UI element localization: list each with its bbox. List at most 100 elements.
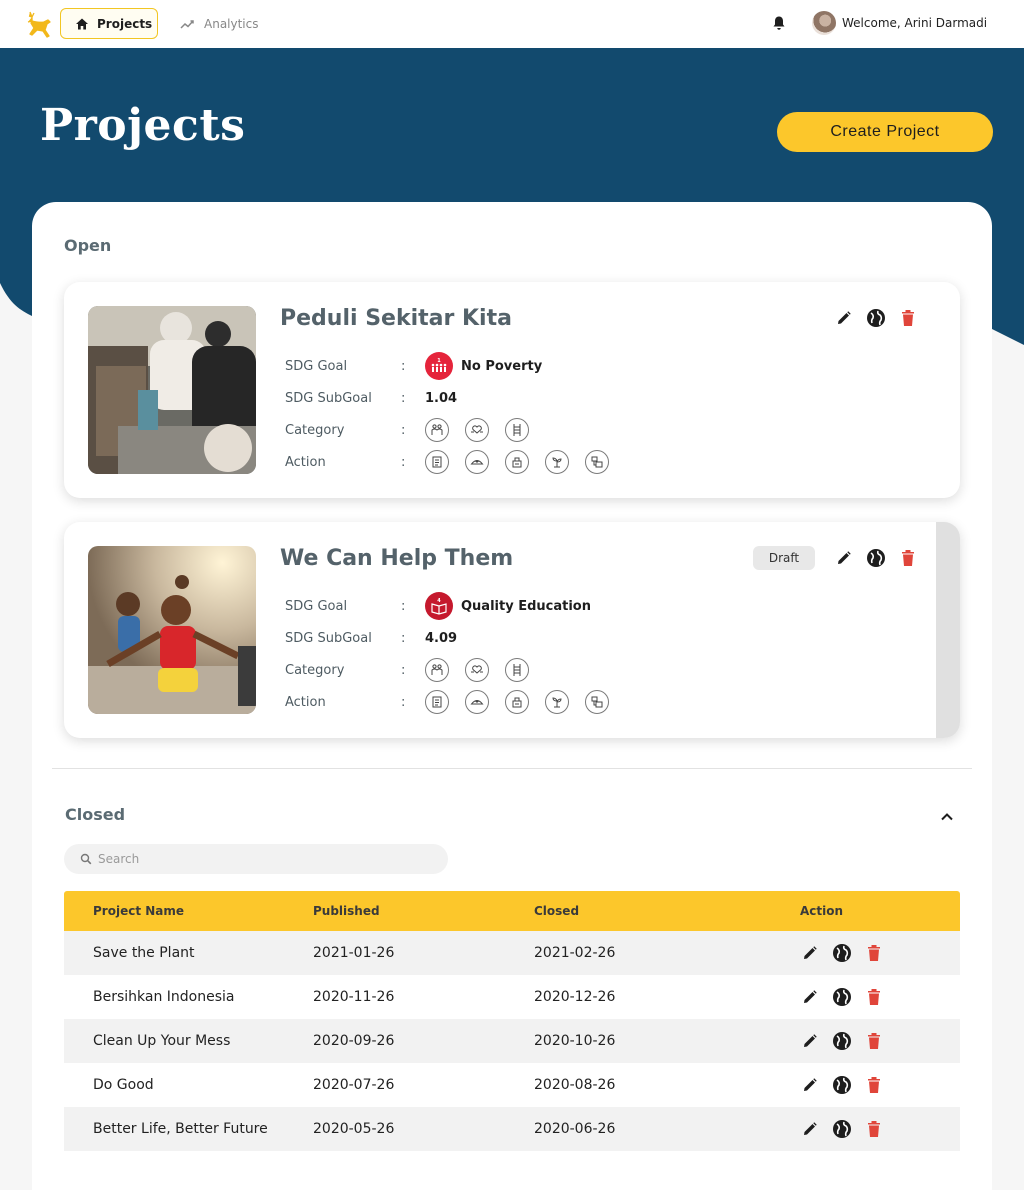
column-header-published[interactable]: Published bbox=[313, 904, 534, 918]
pencil-icon bbox=[838, 551, 851, 564]
trash-icon bbox=[902, 550, 914, 566]
globe-icon bbox=[833, 988, 851, 1006]
cell-project-name[interactable]: Save the Plant bbox=[64, 945, 313, 961]
delete-button[interactable] bbox=[864, 1075, 884, 1095]
deer-logo-icon[interactable] bbox=[22, 8, 54, 40]
globe-icon bbox=[833, 1032, 851, 1050]
delete-button[interactable] bbox=[898, 548, 918, 568]
cell-project-name[interactable]: Better Life, Better Future bbox=[64, 1121, 313, 1137]
project-card[interactable]: We Can Help Them Draft SDG Goal : 4 Qual… bbox=[64, 522, 960, 738]
nav-analytics-tab[interactable]: Analytics bbox=[180, 8, 259, 39]
page-title: Projects bbox=[40, 100, 246, 151]
heart-hand-icon bbox=[465, 658, 489, 682]
sdg-subgoal-row: SDG SubGoal : 1.04 bbox=[285, 390, 458, 406]
publish-button[interactable] bbox=[866, 548, 886, 568]
table-row[interactable]: Clean Up Your Mess 2020-09-26 2020-10-26 bbox=[64, 1019, 960, 1063]
globe-icon bbox=[867, 309, 885, 327]
cell-published: 2020-05-26 bbox=[313, 1121, 395, 1137]
category-label: Category bbox=[285, 662, 345, 678]
column-header-project-name[interactable]: Project Name bbox=[64, 904, 313, 918]
home-icon bbox=[76, 18, 88, 29]
avatar bbox=[812, 11, 836, 35]
delete-button[interactable] bbox=[864, 1119, 884, 1139]
publish-button[interactable] bbox=[832, 1119, 852, 1139]
create-project-button[interactable]: Create Project bbox=[777, 112, 993, 152]
nav-analytics-label: Analytics bbox=[204, 16, 259, 31]
section-divider bbox=[52, 768, 972, 769]
action-row: Action : bbox=[285, 450, 617, 474]
nav-projects-tab[interactable]: Projects bbox=[60, 8, 158, 39]
ladder-icon bbox=[505, 418, 529, 442]
welcome-text: Welcome, Arini Darmadi bbox=[842, 16, 988, 30]
edit-button[interactable] bbox=[834, 308, 854, 328]
globe-icon bbox=[833, 1076, 851, 1094]
cell-project-name[interactable]: Clean Up Your Mess bbox=[64, 1033, 313, 1049]
publish-button[interactable] bbox=[832, 1075, 852, 1095]
pencil-icon bbox=[804, 990, 817, 1003]
closed-projects-table: Project Name Published Closed Action Sav… bbox=[64, 891, 960, 1151]
sdg-number-4: 4 bbox=[437, 598, 441, 604]
trash-icon bbox=[868, 1033, 880, 1049]
edit-button[interactable] bbox=[834, 548, 854, 568]
plant-icon bbox=[545, 450, 569, 474]
sdg-goal-label: SDG Goal bbox=[285, 358, 348, 374]
cell-project-name[interactable]: Bersihkan Indonesia bbox=[64, 989, 313, 1005]
table-row[interactable]: Save the Plant 2021-01-26 2021-02-26 bbox=[64, 931, 960, 975]
cell-project-name[interactable]: Do Good bbox=[64, 1077, 313, 1093]
notification-bell-icon[interactable] bbox=[772, 15, 786, 31]
donation-icon bbox=[505, 450, 529, 474]
action-row: Action : bbox=[285, 690, 617, 714]
document-icon bbox=[425, 690, 449, 714]
delete-button[interactable] bbox=[864, 943, 884, 963]
cell-closed: 2020-12-26 bbox=[534, 989, 616, 1005]
category-row: Category : bbox=[285, 658, 537, 682]
table-row[interactable]: Better Life, Better Future 2020-05-26 2020… bbox=[64, 1107, 960, 1151]
chevron-up-icon[interactable] bbox=[938, 808, 956, 826]
pencil-icon bbox=[804, 1122, 817, 1135]
column-header-closed[interactable]: Closed bbox=[534, 904, 800, 918]
delete-button[interactable] bbox=[864, 987, 884, 1007]
publish-button[interactable] bbox=[832, 987, 852, 1007]
sdg-no-poverty-icon: 1 bbox=[425, 352, 453, 380]
user-menu[interactable]: Welcome, Arini Darmadi bbox=[812, 11, 987, 35]
category-label: Category bbox=[285, 422, 345, 438]
heart-hand-icon bbox=[465, 418, 489, 442]
row-actions bbox=[800, 1031, 960, 1051]
globe-icon bbox=[867, 549, 885, 567]
delete-button[interactable] bbox=[864, 1031, 884, 1051]
project-title[interactable]: Peduli Sekitar Kita bbox=[280, 306, 512, 331]
search-input[interactable] bbox=[98, 852, 418, 866]
publish-button[interactable] bbox=[866, 308, 886, 328]
open-section-title: Open bbox=[64, 236, 112, 255]
plant-icon bbox=[545, 690, 569, 714]
edit-button[interactable] bbox=[800, 1031, 820, 1051]
cell-published: 2020-07-26 bbox=[313, 1077, 395, 1093]
project-photo bbox=[88, 306, 256, 474]
trending-icon bbox=[180, 19, 194, 29]
publish-button[interactable] bbox=[832, 1031, 852, 1051]
table-row[interactable]: Bersihkan Indonesia 2020-11-26 2020-12-26 bbox=[64, 975, 960, 1019]
card-scrollbar[interactable] bbox=[936, 522, 960, 738]
trash-icon bbox=[868, 1121, 880, 1137]
column-header-action: Action bbox=[800, 904, 844, 918]
action-label: Action bbox=[285, 694, 326, 710]
row-actions bbox=[800, 1075, 960, 1095]
cell-published: 2021-01-26 bbox=[313, 945, 395, 961]
table-row[interactable]: Do Good 2020-07-26 2020-08-26 bbox=[64, 1063, 960, 1107]
project-card[interactable]: Peduli Sekitar Kita SDG Goal : 1 No Pove… bbox=[64, 282, 960, 498]
nurse-cap-icon bbox=[465, 450, 489, 474]
delete-button[interactable] bbox=[898, 308, 918, 328]
edit-button[interactable] bbox=[800, 1119, 820, 1139]
search-icon bbox=[80, 853, 92, 865]
project-title[interactable]: We Can Help Them bbox=[280, 546, 513, 571]
search-bar[interactable] bbox=[64, 844, 448, 874]
sdg-number-1: 1 bbox=[437, 358, 441, 364]
publish-button[interactable] bbox=[832, 943, 852, 963]
sdg-subgoal-label: SDG SubGoal bbox=[285, 630, 372, 646]
cell-closed: 2020-10-26 bbox=[534, 1033, 616, 1049]
edit-button[interactable] bbox=[800, 943, 820, 963]
sdg-goal-value: Quality Education bbox=[461, 598, 591, 614]
pencil-icon bbox=[838, 311, 851, 324]
edit-button[interactable] bbox=[800, 987, 820, 1007]
edit-button[interactable] bbox=[800, 1075, 820, 1095]
